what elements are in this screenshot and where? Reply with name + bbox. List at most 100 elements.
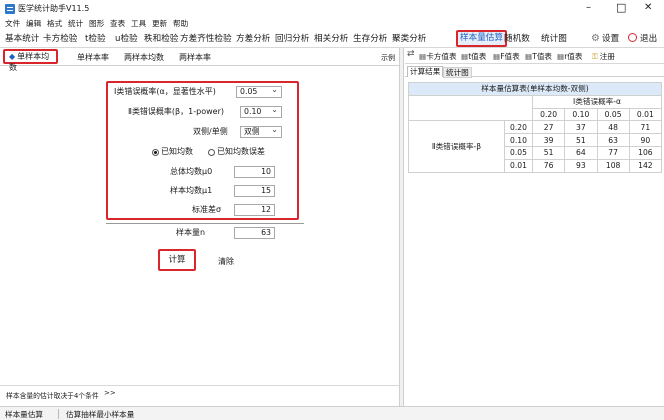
parameter-box (106, 81, 299, 220)
col-header: 0.20 (531, 107, 566, 122)
table-cell: 142 (628, 158, 663, 173)
table-cell: 39 (531, 133, 566, 147)
T-table-button[interactable]: ▦T值表 (525, 51, 552, 62)
chi-square-table-button[interactable]: ▦卡方值表 (419, 51, 457, 62)
t-table-button[interactable]: ▦t值表 (461, 51, 486, 62)
power-icon[interactable] (628, 33, 637, 42)
toolbar-chi-square[interactable]: 卡方检验 (43, 30, 77, 47)
left-panel: ◆ 单样本均数 单样本率 两样本均数 两样本率 示例 Ⅰ类错误概率(α，显著性水平… (0, 48, 400, 406)
hint-text: 样本含量的估计取决于4个条件 (6, 392, 99, 400)
toolbar-survival[interactable]: 生存分析 (353, 30, 387, 47)
window-title: 医学统计助手V11.5 (18, 4, 90, 13)
toolbar-exit[interactable]: 退出 (640, 30, 657, 47)
toolbar-sample-size[interactable]: 样本量估算 (456, 30, 507, 47)
menu-statistics[interactable]: 统计 (68, 17, 83, 31)
toolbar-random[interactable]: 随机数 (504, 30, 530, 47)
gear-icon[interactable]: ⚙ (591, 33, 600, 44)
radio-known-diff[interactable] (208, 149, 215, 156)
menu-edit[interactable]: 编辑 (26, 17, 41, 31)
toolbar-settings[interactable]: 设置 (602, 30, 619, 47)
col-header: 0.05 (596, 107, 630, 122)
tab-results[interactable]: 计算结果 (407, 66, 444, 77)
toolbar-u-test[interactable]: u检验 (115, 30, 138, 47)
beta-select[interactable]: 0.10 (240, 105, 282, 118)
key-icon: ⚿ (592, 52, 598, 61)
table-cell: 76 (531, 158, 566, 173)
row-header: 0.01 (504, 158, 533, 173)
hint-more-link[interactable]: >> (104, 389, 116, 397)
right-panel: ⇄ ▦卡方值表 ▦t值表 ▦F值表 ▦T值表 ▦r值表 ⚿ 注册 计算结果 统计图… (405, 48, 664, 406)
menu-graph[interactable]: 图形 (89, 17, 104, 31)
table-cell: 64 (564, 145, 598, 160)
side-label: 双侧/单侧 (193, 127, 228, 136)
tab-single-mean[interactable]: ◆ 单样本均数 (3, 49, 58, 72)
mu0-label: 总体均数μ0 (170, 167, 213, 176)
beta-group-header: Ⅱ类错误概率-β (408, 120, 505, 173)
toolbar-correlation[interactable]: 相关分析 (314, 30, 348, 47)
toolbar-cluster[interactable]: 聚类分析 (392, 30, 426, 47)
table-cell: 27 (531, 120, 566, 135)
toolbar-t-test[interactable]: t检验 (85, 30, 106, 47)
hint-bar: 样本含量的估计取决于4个条件 >> (0, 385, 399, 401)
status-left: 样本量估算 (5, 410, 43, 419)
n-label: 样本量n (176, 228, 206, 237)
sd-label: 标准差σ (192, 205, 222, 214)
sd-input[interactable]: 12 (234, 204, 275, 216)
calculate-button[interactable]: 计算 (158, 249, 196, 271)
result-table-title: 样本量估算表(单样本均数-双侧) (408, 82, 662, 96)
status-divider (58, 409, 59, 419)
n-output: 63 (234, 227, 275, 239)
col-header: 0.01 (628, 107, 663, 122)
tab-chart[interactable]: 统计图 (443, 67, 472, 78)
tab-two-rates[interactable]: 两样本率 (179, 52, 211, 63)
table-cell: 93 (564, 158, 598, 173)
example-link[interactable]: 示例 (381, 53, 395, 63)
swap-icon[interactable]: ⇄ (407, 49, 415, 59)
diamond-icon: ◆ (9, 52, 16, 61)
result-table: 样本量估算表(单样本均数-双侧) Ⅰ类错误概率-α 0.20 0.10 0.05… (408, 82, 663, 173)
menu-lookup[interactable]: 查表 (110, 17, 125, 31)
tab-two-means[interactable]: 两样本均数 (124, 52, 164, 63)
menu-tools[interactable]: 工具 (131, 17, 146, 31)
r-table-button[interactable]: ▦r值表 (557, 51, 583, 62)
table-cell: 90 (628, 133, 663, 147)
table-cell: 48 (596, 120, 630, 135)
maximize-button[interactable]: □ (616, 1, 626, 14)
menu-file[interactable]: 文件 (5, 17, 20, 31)
table-cell: 51 (531, 145, 566, 160)
toolbar-chart[interactable]: 统计图 (541, 30, 567, 47)
row-header: 0.10 (504, 133, 533, 147)
sub-tab-bar: ◆ 单样本均数 单样本率 两样本均数 两样本率 示例 (0, 48, 399, 72)
tab-single-rate[interactable]: 单样本率 (77, 52, 109, 63)
menu-update[interactable]: 更新 (152, 17, 167, 31)
alpha-group-header: Ⅰ类错误概率-α (532, 94, 662, 109)
row-header: 0.05 (504, 145, 533, 160)
alpha-label: Ⅰ类错误概率(α，显著性水平) (114, 87, 216, 96)
mu0-input[interactable]: 10 (234, 166, 275, 178)
table-cell: 37 (564, 120, 598, 135)
panel-splitter[interactable] (400, 48, 404, 406)
status-right: 估算抽样最小样本量 (66, 410, 135, 419)
toolbar-basic-stats[interactable]: 基本统计 (5, 30, 39, 47)
clear-button[interactable]: 清除 (218, 256, 234, 267)
mu1-input[interactable]: 15 (234, 185, 275, 197)
table-cell: 63 (596, 133, 630, 147)
result-tab-bar: 计算结果 统计图 (405, 64, 664, 78)
close-button[interactable]: ✕ (644, 2, 652, 13)
menu-bar: 文件 编辑 格式 统计 图形 查表 工具 更新 帮助 (0, 17, 664, 31)
toolbar-regression[interactable]: 回归分析 (275, 30, 309, 47)
menu-format[interactable]: 格式 (47, 17, 62, 31)
menu-help[interactable]: 帮助 (173, 17, 188, 31)
table-cell: 71 (628, 120, 663, 135)
alpha-select[interactable]: 0.05 (236, 85, 282, 98)
radio-known-mean[interactable] (152, 149, 159, 156)
f-table-button[interactable]: ▦F值表 (493, 51, 520, 62)
minimize-button[interactable]: – (586, 2, 591, 13)
toolbar-anova[interactable]: 方差分析 (236, 30, 270, 47)
side-select[interactable]: 双侧 (240, 125, 282, 138)
app-icon (5, 4, 15, 14)
mu1-label: 样本均数μ1 (170, 186, 213, 195)
toolbar-homogeneity[interactable]: 方差齐性检验 (180, 30, 232, 47)
toolbar-rank-sum[interactable]: 秩和检验 (144, 30, 178, 47)
register-button[interactable]: ⚿ 注册 (592, 51, 615, 62)
